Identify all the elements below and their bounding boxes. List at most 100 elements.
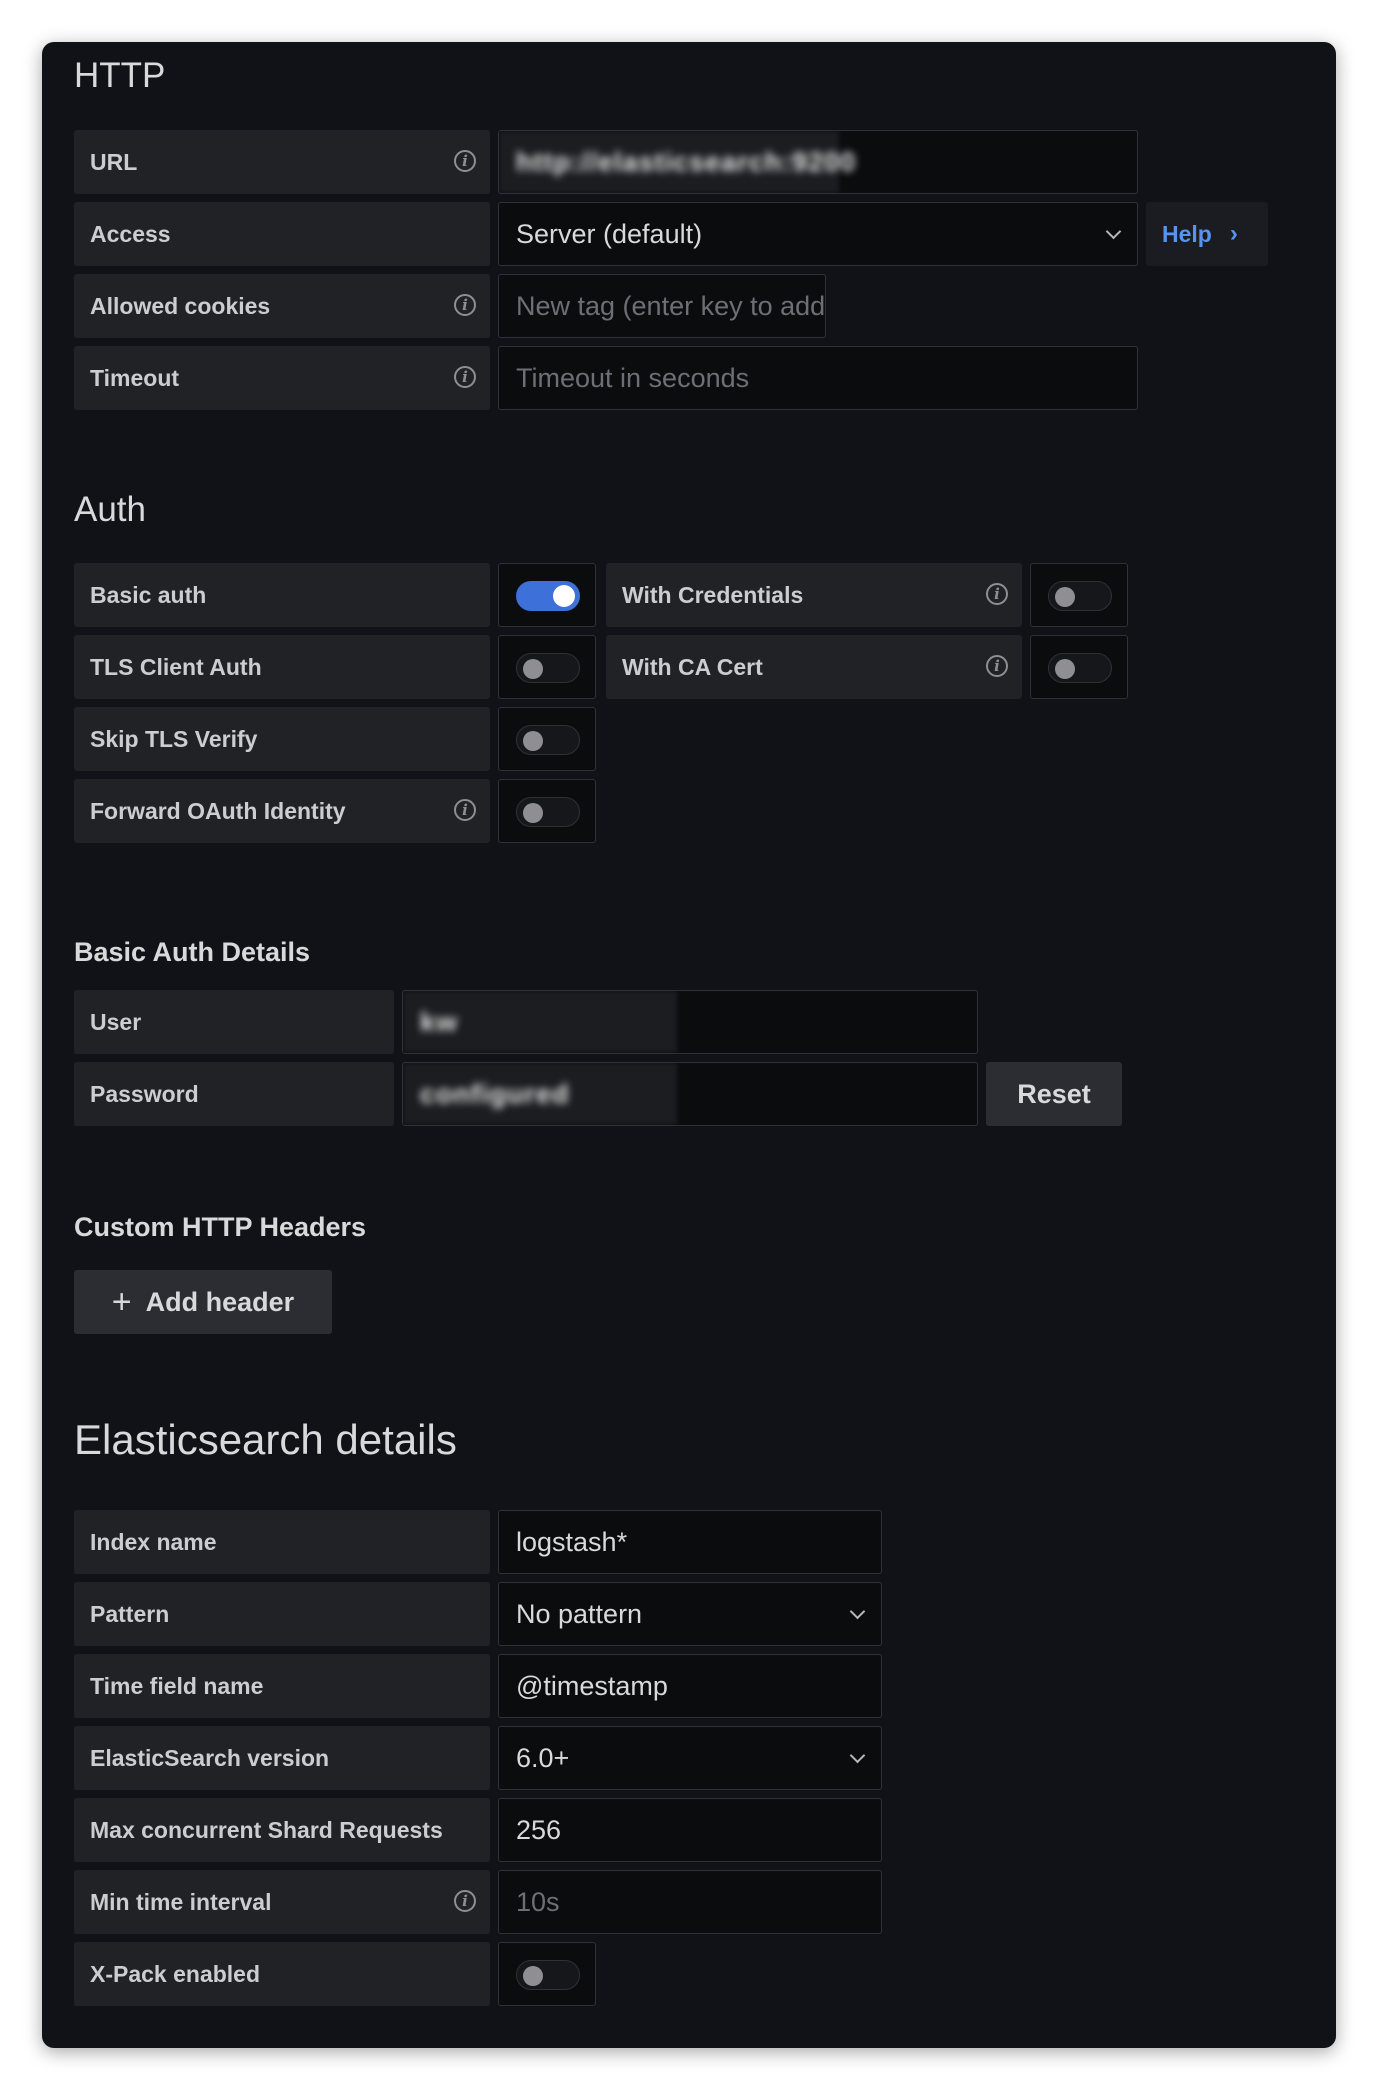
tls-client-auth-label-text: TLS Client Auth	[90, 653, 262, 680]
datasource-settings-panel: HTTP URL i http://elasticsearch:9200 Acc…	[42, 42, 1336, 2048]
with-ca-cert-toggle[interactable]	[1048, 653, 1112, 683]
min-interval-label: Min time interval i	[74, 1870, 490, 1934]
xpack-label: X-Pack enabled	[74, 1942, 490, 2006]
es-version-select[interactable]: 6.0+	[498, 1726, 882, 1790]
forward-oauth-toggle[interactable]	[516, 797, 580, 827]
info-circle-icon[interactable]: i	[454, 150, 476, 172]
time-field-input[interactable]: @timestamp	[498, 1654, 882, 1718]
timeout-label: Timeout i	[74, 346, 490, 410]
tls-client-auth-toggle-box	[498, 635, 596, 699]
allowed-cookies-label-text: Allowed cookies	[90, 292, 271, 319]
add-header-button[interactable]: + Add header	[74, 1270, 332, 1334]
toggle-knob	[1055, 659, 1075, 679]
basic-auth-label-text: Basic auth	[90, 581, 207, 608]
tls-client-auth-label: TLS Client Auth	[74, 635, 490, 699]
max-shard-label-text: Max concurrent Shard Requests	[90, 1816, 443, 1843]
add-header-label: Add header	[145, 1286, 295, 1317]
skip-tls-verify-label-text: Skip TLS Verify	[90, 725, 258, 752]
section-title-custom-headers: Custom HTTP Headers	[74, 1212, 367, 1242]
info-circle-icon[interactable]: i	[454, 799, 476, 821]
min-interval-field[interactable]	[516, 1871, 881, 1933]
allowed-cookies-label: Allowed cookies i	[74, 274, 490, 338]
password-value: configured	[420, 1078, 570, 1109]
with-ca-cert-toggle-box	[1030, 635, 1128, 699]
xpack-label-text: X-Pack enabled	[90, 1960, 261, 1987]
index-name-input[interactable]: logstash*	[498, 1510, 882, 1574]
time-field-label-text: Time field name	[90, 1672, 264, 1699]
help-label: Help	[1162, 220, 1212, 247]
es-version-value: 6.0+	[516, 1742, 570, 1773]
chevron-down-icon	[849, 1747, 866, 1764]
with-ca-cert-label: With CA Cert i	[606, 635, 1022, 699]
basic-auth-label: Basic auth	[74, 563, 490, 627]
timeout-field[interactable]	[516, 347, 1137, 409]
password-input[interactable]: configured	[402, 1062, 978, 1126]
url-input[interactable]: http://elasticsearch:9200	[498, 130, 1138, 194]
forward-oauth-label-text: Forward OAuth Identity	[90, 797, 346, 824]
url-label-text: URL	[90, 148, 138, 175]
index-name-value: logstash*	[516, 1526, 628, 1557]
max-shard-value: 256	[516, 1814, 562, 1845]
access-select[interactable]: Server (default)	[498, 202, 1138, 266]
forward-oauth-label: Forward OAuth Identity i	[74, 779, 490, 843]
forward-oauth-toggle-box	[498, 779, 596, 843]
basic-auth-toggle[interactable]	[516, 581, 580, 611]
es-version-label-text: ElasticSearch version	[90, 1744, 330, 1771]
section-title-http: HTTP	[74, 56, 166, 95]
access-label-text: Access	[90, 220, 171, 247]
with-credentials-label: With Credentials i	[606, 563, 1022, 627]
with-credentials-toggle-box	[1030, 563, 1128, 627]
chevron-down-icon	[1105, 223, 1122, 240]
with-credentials-label-text: With Credentials	[622, 581, 804, 608]
info-circle-icon[interactable]: i	[986, 655, 1008, 677]
section-title-auth: Auth	[74, 490, 146, 529]
user-label: User	[74, 990, 394, 1054]
max-shard-label: Max concurrent Shard Requests	[74, 1798, 490, 1862]
min-interval-label-text: Min time interval	[90, 1888, 272, 1915]
with-ca-cert-label-text: With CA Cert	[622, 653, 763, 680]
info-circle-icon[interactable]: i	[454, 294, 476, 316]
toggle-knob	[523, 659, 543, 679]
pattern-label: Pattern	[74, 1582, 490, 1646]
time-field-label: Time field name	[74, 1654, 490, 1718]
toggle-knob	[523, 803, 543, 823]
xpack-toggle-box	[498, 1942, 596, 2006]
allowed-cookies-field[interactable]	[516, 275, 825, 337]
user-value: kw	[420, 1006, 459, 1037]
password-label: Password	[74, 1062, 394, 1126]
access-select-value: Server (default)	[516, 218, 703, 249]
es-version-label: ElasticSearch version	[74, 1726, 490, 1790]
max-shard-input[interactable]: 256	[498, 1798, 882, 1862]
pattern-select[interactable]: No pattern	[498, 1582, 882, 1646]
help-button[interactable]: Help ›	[1146, 202, 1268, 266]
info-circle-icon[interactable]: i	[454, 1890, 476, 1912]
min-interval-input[interactable]	[498, 1870, 882, 1934]
tls-client-auth-toggle[interactable]	[516, 653, 580, 683]
url-label: URL i	[74, 130, 490, 194]
pattern-value: No pattern	[516, 1598, 643, 1629]
index-name-label-text: Index name	[90, 1528, 217, 1555]
pattern-label-text: Pattern	[90, 1600, 170, 1627]
time-field-value: @timestamp	[516, 1670, 668, 1701]
skip-tls-verify-toggle[interactable]	[516, 725, 580, 755]
toggle-knob	[553, 585, 575, 607]
section-title-elasticsearch: Elasticsearch details	[74, 1416, 457, 1463]
toggle-knob	[523, 731, 543, 751]
with-credentials-toggle[interactable]	[1048, 581, 1112, 611]
info-circle-icon[interactable]: i	[986, 583, 1008, 605]
plus-icon: +	[111, 1283, 132, 1321]
password-label-text: Password	[90, 1080, 199, 1107]
chevron-right-icon: ›	[1229, 220, 1238, 247]
allowed-cookies-input[interactable]	[498, 274, 826, 338]
url-value: http://elasticsearch:9200	[516, 146, 857, 177]
skip-tls-verify-label: Skip TLS Verify	[74, 707, 490, 771]
reset-button[interactable]: Reset	[986, 1062, 1122, 1126]
user-input[interactable]: kw	[402, 990, 978, 1054]
timeout-input[interactable]	[498, 346, 1138, 410]
info-circle-icon[interactable]: i	[454, 366, 476, 388]
user-label-text: User	[90, 1008, 142, 1035]
section-title-basic-auth-details: Basic Auth Details	[74, 937, 311, 967]
xpack-toggle[interactable]	[516, 1960, 580, 1990]
chevron-down-icon	[849, 1603, 866, 1620]
access-label: Access	[74, 202, 490, 266]
